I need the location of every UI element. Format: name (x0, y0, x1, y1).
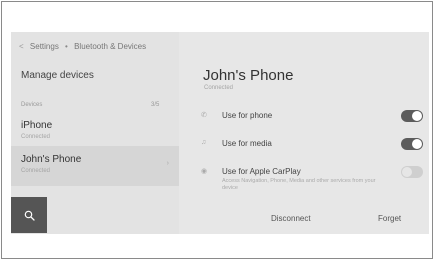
device-title: John's Phone (203, 67, 294, 84)
use-for-carplay-toggle[interactable] (401, 166, 423, 178)
device-status: Connected (204, 85, 234, 91)
forget-button[interactable]: Forget (378, 214, 401, 223)
device-name: iPhone (21, 120, 53, 131)
display-screen: < Settings • Bluetooth & Devices Manage … (11, 32, 429, 234)
option-label: Use for Apple CarPlay (222, 167, 301, 176)
breadcrumb: < Settings • Bluetooth & Devices (19, 42, 146, 51)
search-icon (24, 210, 35, 221)
sidebar-title: Manage devices (21, 70, 94, 81)
carplay-icon: ◉ (201, 168, 208, 175)
use-for-media-toggle[interactable] (401, 138, 423, 150)
device-item-johns-phone[interactable]: John's Phone Connected › (11, 146, 179, 186)
breadcrumb-settings[interactable]: Settings (30, 42, 59, 51)
use-for-phone-toggle[interactable] (401, 110, 423, 122)
sidebar: < Settings • Bluetooth & Devices Manage … (11, 32, 179, 234)
back-chevron-icon[interactable]: < (19, 42, 24, 51)
device-status: Connected (21, 134, 51, 140)
device-status: Connected (21, 168, 51, 174)
music-note-icon: ♫ (201, 139, 207, 146)
option-description: Access Navigation, Phone, Media and othe… (222, 178, 376, 191)
devices-section-label: Devices (21, 102, 43, 108)
photo-frame: < Settings • Bluetooth & Devices Manage … (1, 1, 433, 259)
device-name: John's Phone (21, 154, 82, 165)
phone-icon: ✆ (201, 112, 207, 119)
breadcrumb-separator: • (65, 42, 68, 51)
device-item-iphone[interactable]: iPhone Connected (11, 114, 179, 146)
device-detail-pane: John's Phone Connected ✆ Use for phone ♫… (187, 32, 429, 234)
option-label: Use for media (222, 139, 272, 148)
disconnect-button[interactable]: Disconnect (271, 214, 311, 223)
chevron-right-icon: › (166, 160, 169, 167)
option-label: Use for phone (222, 111, 273, 120)
search-button[interactable] (11, 197, 47, 233)
breadcrumb-current: Bluetooth & Devices (74, 42, 147, 51)
device-count: 3/5 (151, 102, 160, 108)
